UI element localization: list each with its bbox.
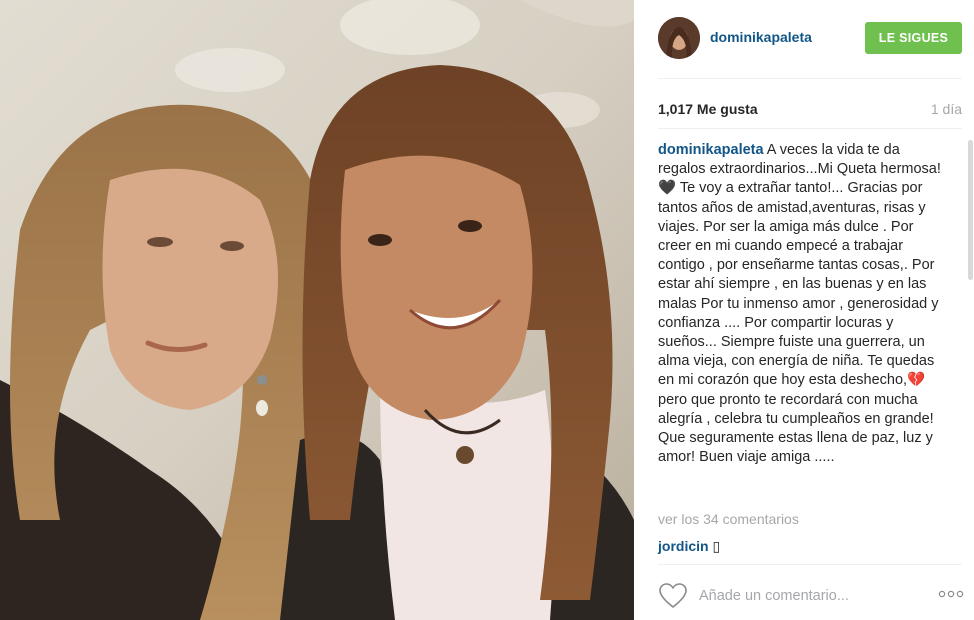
avatar-image [658,17,700,59]
post-photo-illustration [0,0,634,620]
comments-scrollbar[interactable] [968,140,973,555]
post-time[interactable]: 1 día [931,101,962,117]
scrollbar-thumb[interactable] [968,140,973,280]
post-header: dominikapaleta LE SIGUES [658,14,964,62]
heart-outline-icon[interactable] [658,582,688,610]
footer-divider [658,564,962,565]
comment-text: ▯ [712,538,721,554]
header-divider [658,78,962,79]
likes-row: 1,017 Me gusta 1 día [658,101,964,121]
comment-item: jordicin ▯ [658,538,720,555]
avatar[interactable] [658,17,700,59]
comment-input[interactable] [699,583,909,609]
ellipsis-icon[interactable] [938,587,964,601]
likes-count[interactable]: 1,017 Me gusta [658,101,758,117]
post-photo[interactable] [0,0,634,620]
likes-divider [658,128,962,129]
post-footer [658,578,964,616]
username-link[interactable]: dominikapaleta [710,29,812,45]
follow-button[interactable]: LE SIGUES [865,22,962,54]
comment-username[interactable]: jordicin [658,538,709,554]
post-details-panel: dominikapaleta LE SIGUES 1,017 Me gusta … [634,0,974,620]
post-caption: dominikapaleta A veces la vida te da reg… [658,141,950,467]
view-comments-link[interactable]: ver los 34 comentarios [658,511,799,527]
caption-text: A veces la vida te da regalos extraordin… [658,142,941,466]
caption-username[interactable]: dominikapaleta [658,142,764,158]
